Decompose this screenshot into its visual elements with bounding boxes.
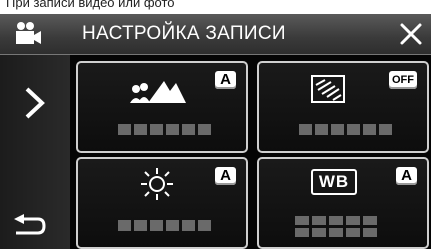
page-title: НАСТРОЙКА ЗАПИСИ [82,23,286,44]
tile-backlight-compensation[interactable]: OFF [257,61,429,153]
header-bar: НАСТРОЙКА ЗАПИСИ [0,14,431,55]
video-camera-icon [16,22,41,44]
scene-mountain-people-icon [130,81,186,103]
status-badge: A [396,167,417,185]
tile-brightness[interactable]: A [76,157,248,249]
side-panel [0,55,70,249]
wb-icon-text: WB [318,172,350,191]
wb-icon: WB [311,169,357,195]
caption-strip: При записи видео или фото [0,0,431,14]
sun-brightness-icon [141,168,173,200]
status-badge: OFF [389,71,417,89]
return-arrow-icon[interactable] [10,211,50,241]
caption-text: При записи видео или фото [6,0,175,10]
value-placeholder [299,124,392,135]
value-placeholder [118,124,211,135]
screen: НАСТРОЙКА ЗАПИСИ A OFF A WB A [0,14,431,249]
backlight-icon [311,75,345,103]
tile-scene-select[interactable]: A [76,61,248,153]
value-placeholder [295,216,377,237]
value-placeholder [118,220,211,231]
status-badge: A [215,167,236,185]
chevron-right-icon[interactable] [18,83,52,123]
status-badge: A [215,71,236,89]
close-icon[interactable] [395,18,427,50]
tile-white-balance[interactable]: WB A [257,157,429,249]
